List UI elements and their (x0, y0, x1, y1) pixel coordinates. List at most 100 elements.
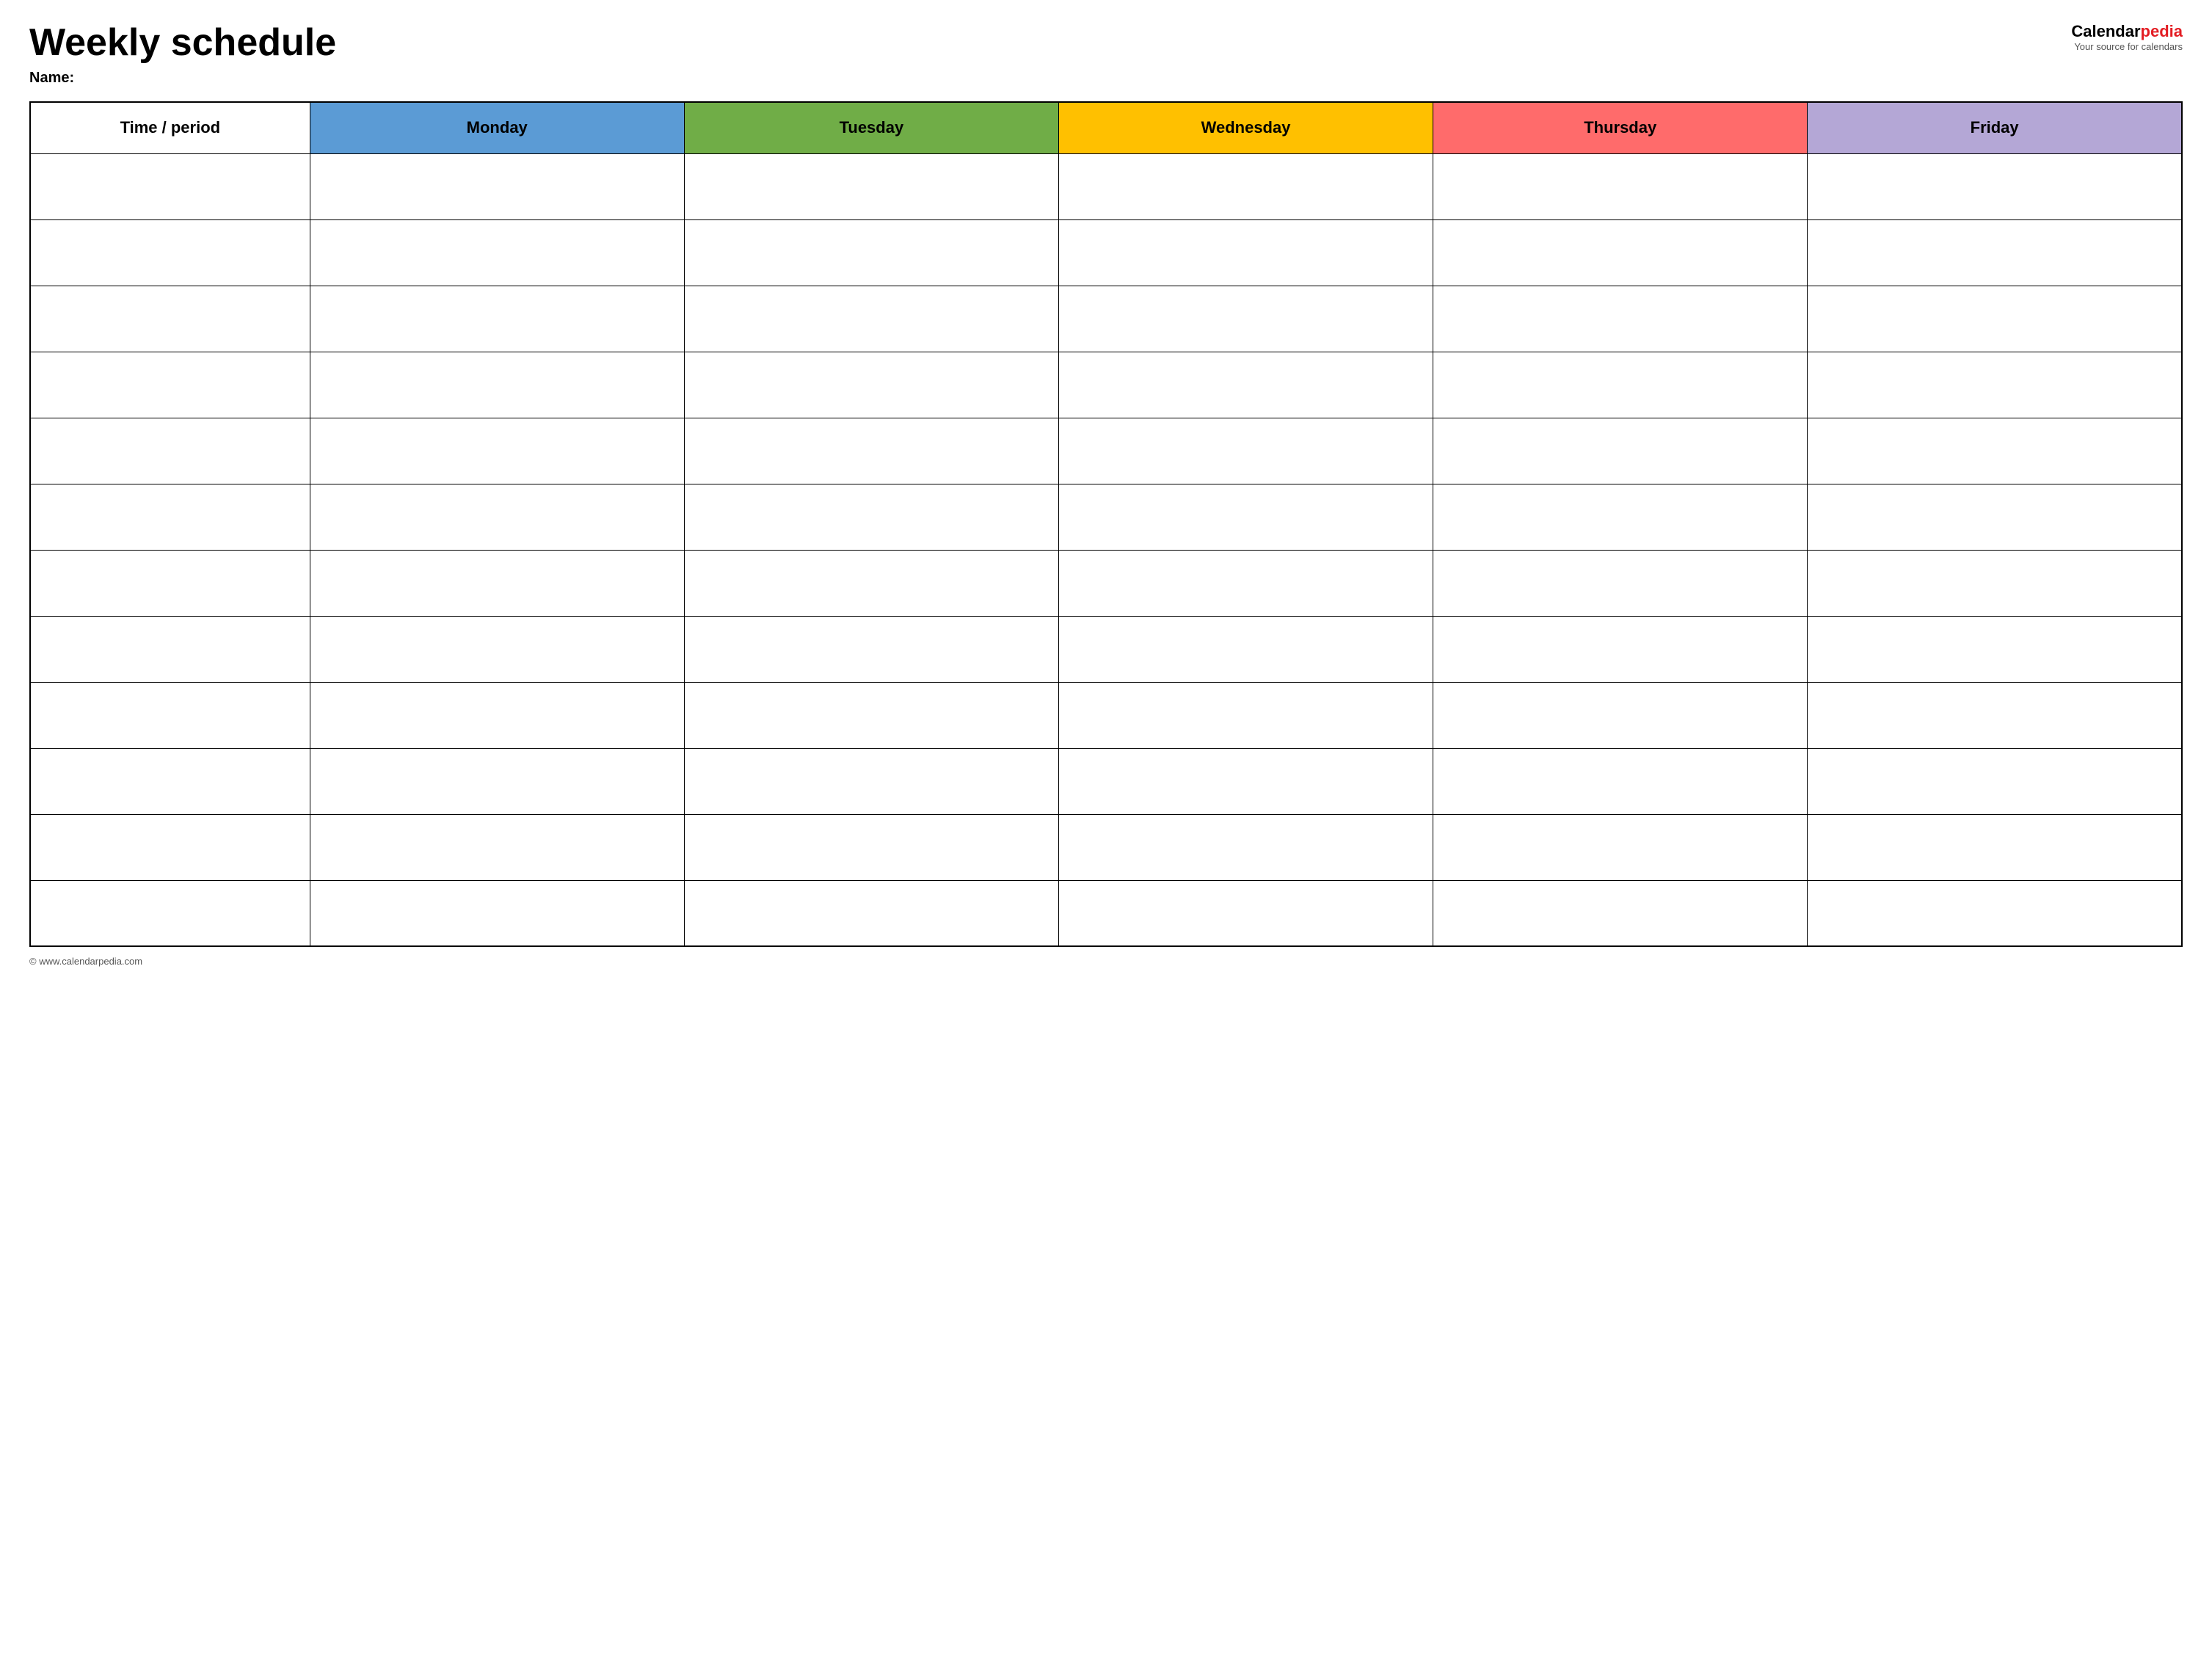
copyright-text: © www.calendarpedia.com (29, 956, 142, 967)
table-row (30, 484, 2182, 550)
table-cell[interactable] (1058, 286, 1433, 352)
table-cell[interactable] (310, 748, 684, 814)
table-cell[interactable] (1808, 484, 2182, 550)
table-cell[interactable] (684, 682, 1058, 748)
table-cell[interactable] (310, 153, 684, 219)
logo-calendar: Calendar (2071, 22, 2140, 40)
table-cell[interactable] (30, 550, 310, 616)
footer: © www.calendarpedia.com (29, 956, 2183, 967)
table-cell[interactable] (310, 219, 684, 286)
table-row (30, 814, 2182, 880)
table-cell[interactable] (30, 616, 310, 682)
table-cell[interactable] (684, 352, 1058, 418)
table-cell[interactable] (1058, 880, 1433, 946)
table-cell[interactable] (1808, 153, 2182, 219)
table-cell[interactable] (684, 814, 1058, 880)
table-cell[interactable] (1058, 616, 1433, 682)
table-cell[interactable] (30, 880, 310, 946)
table-cell[interactable] (1058, 682, 1433, 748)
table-cell[interactable] (30, 153, 310, 219)
col-header-monday: Monday (310, 102, 684, 153)
table-cell[interactable] (684, 286, 1058, 352)
table-cell[interactable] (1433, 484, 1808, 550)
col-header-thursday: Thursday (1433, 102, 1808, 153)
table-cell[interactable] (310, 616, 684, 682)
table-cell[interactable] (310, 682, 684, 748)
table-cell[interactable] (310, 550, 684, 616)
table-cell[interactable] (310, 880, 684, 946)
schedule-table: Time / period Monday Tuesday Wednesday T… (29, 101, 2183, 947)
table-row (30, 286, 2182, 352)
col-header-tuesday: Tuesday (684, 102, 1058, 153)
table-cell[interactable] (1808, 616, 2182, 682)
table-cell[interactable] (30, 814, 310, 880)
table-cell[interactable] (1808, 880, 2182, 946)
table-cell[interactable] (1433, 352, 1808, 418)
table-row (30, 219, 2182, 286)
table-cell[interactable] (684, 880, 1058, 946)
table-cell[interactable] (310, 286, 684, 352)
table-cell[interactable] (310, 814, 684, 880)
table-cell[interactable] (1808, 682, 2182, 748)
table-cell[interactable] (1808, 814, 2182, 880)
table-cell[interactable] (1058, 153, 1433, 219)
table-cell[interactable] (1058, 484, 1433, 550)
table-cell[interactable] (1808, 286, 2182, 352)
schedule-body (30, 153, 2182, 946)
table-cell[interactable] (30, 418, 310, 484)
table-cell[interactable] (30, 286, 310, 352)
table-cell[interactable] (684, 219, 1058, 286)
table-row (30, 418, 2182, 484)
logo-block: Calendarpedia Your source for calendars (2071, 22, 2183, 52)
table-row (30, 880, 2182, 946)
table-cell[interactable] (1433, 550, 1808, 616)
table-cell[interactable] (30, 352, 310, 418)
table-row (30, 352, 2182, 418)
table-cell[interactable] (1433, 748, 1808, 814)
table-cell[interactable] (1058, 748, 1433, 814)
col-header-time: Time / period (30, 102, 310, 153)
table-cell[interactable] (30, 748, 310, 814)
logo-text: Calendarpedia (2071, 22, 2183, 41)
table-row (30, 153, 2182, 219)
table-cell[interactable] (1058, 219, 1433, 286)
table-cell[interactable] (1433, 682, 1808, 748)
name-label: Name: (29, 70, 336, 87)
col-header-friday: Friday (1808, 102, 2182, 153)
table-row (30, 748, 2182, 814)
table-cell[interactable] (310, 484, 684, 550)
table-cell[interactable] (1433, 880, 1808, 946)
table-cell[interactable] (310, 418, 684, 484)
table-cell[interactable] (30, 484, 310, 550)
table-cell[interactable] (684, 550, 1058, 616)
table-cell[interactable] (1808, 418, 2182, 484)
table-cell[interactable] (684, 418, 1058, 484)
table-cell[interactable] (1058, 418, 1433, 484)
table-cell[interactable] (310, 352, 684, 418)
table-cell[interactable] (1058, 814, 1433, 880)
page-title: Weekly schedule (29, 22, 336, 64)
table-cell[interactable] (1808, 550, 2182, 616)
table-cell[interactable] (30, 219, 310, 286)
table-cell[interactable] (684, 153, 1058, 219)
table-cell[interactable] (684, 616, 1058, 682)
table-cell[interactable] (1058, 352, 1433, 418)
table-cell[interactable] (1433, 286, 1808, 352)
table-cell[interactable] (1433, 418, 1808, 484)
table-cell[interactable] (30, 682, 310, 748)
table-cell[interactable] (1433, 219, 1808, 286)
table-cell[interactable] (684, 484, 1058, 550)
table-cell[interactable] (1433, 814, 1808, 880)
table-cell[interactable] (1808, 352, 2182, 418)
title-block: Weekly schedule Name: (29, 22, 336, 87)
table-cell[interactable] (684, 748, 1058, 814)
table-cell[interactable] (1808, 748, 2182, 814)
table-cell[interactable] (1808, 219, 2182, 286)
table-cell[interactable] (1433, 153, 1808, 219)
table-cell[interactable] (1433, 616, 1808, 682)
logo-pedia: pedia (2141, 22, 2183, 40)
col-header-wednesday: Wednesday (1058, 102, 1433, 153)
table-row (30, 616, 2182, 682)
table-cell[interactable] (1058, 550, 1433, 616)
table-row (30, 682, 2182, 748)
